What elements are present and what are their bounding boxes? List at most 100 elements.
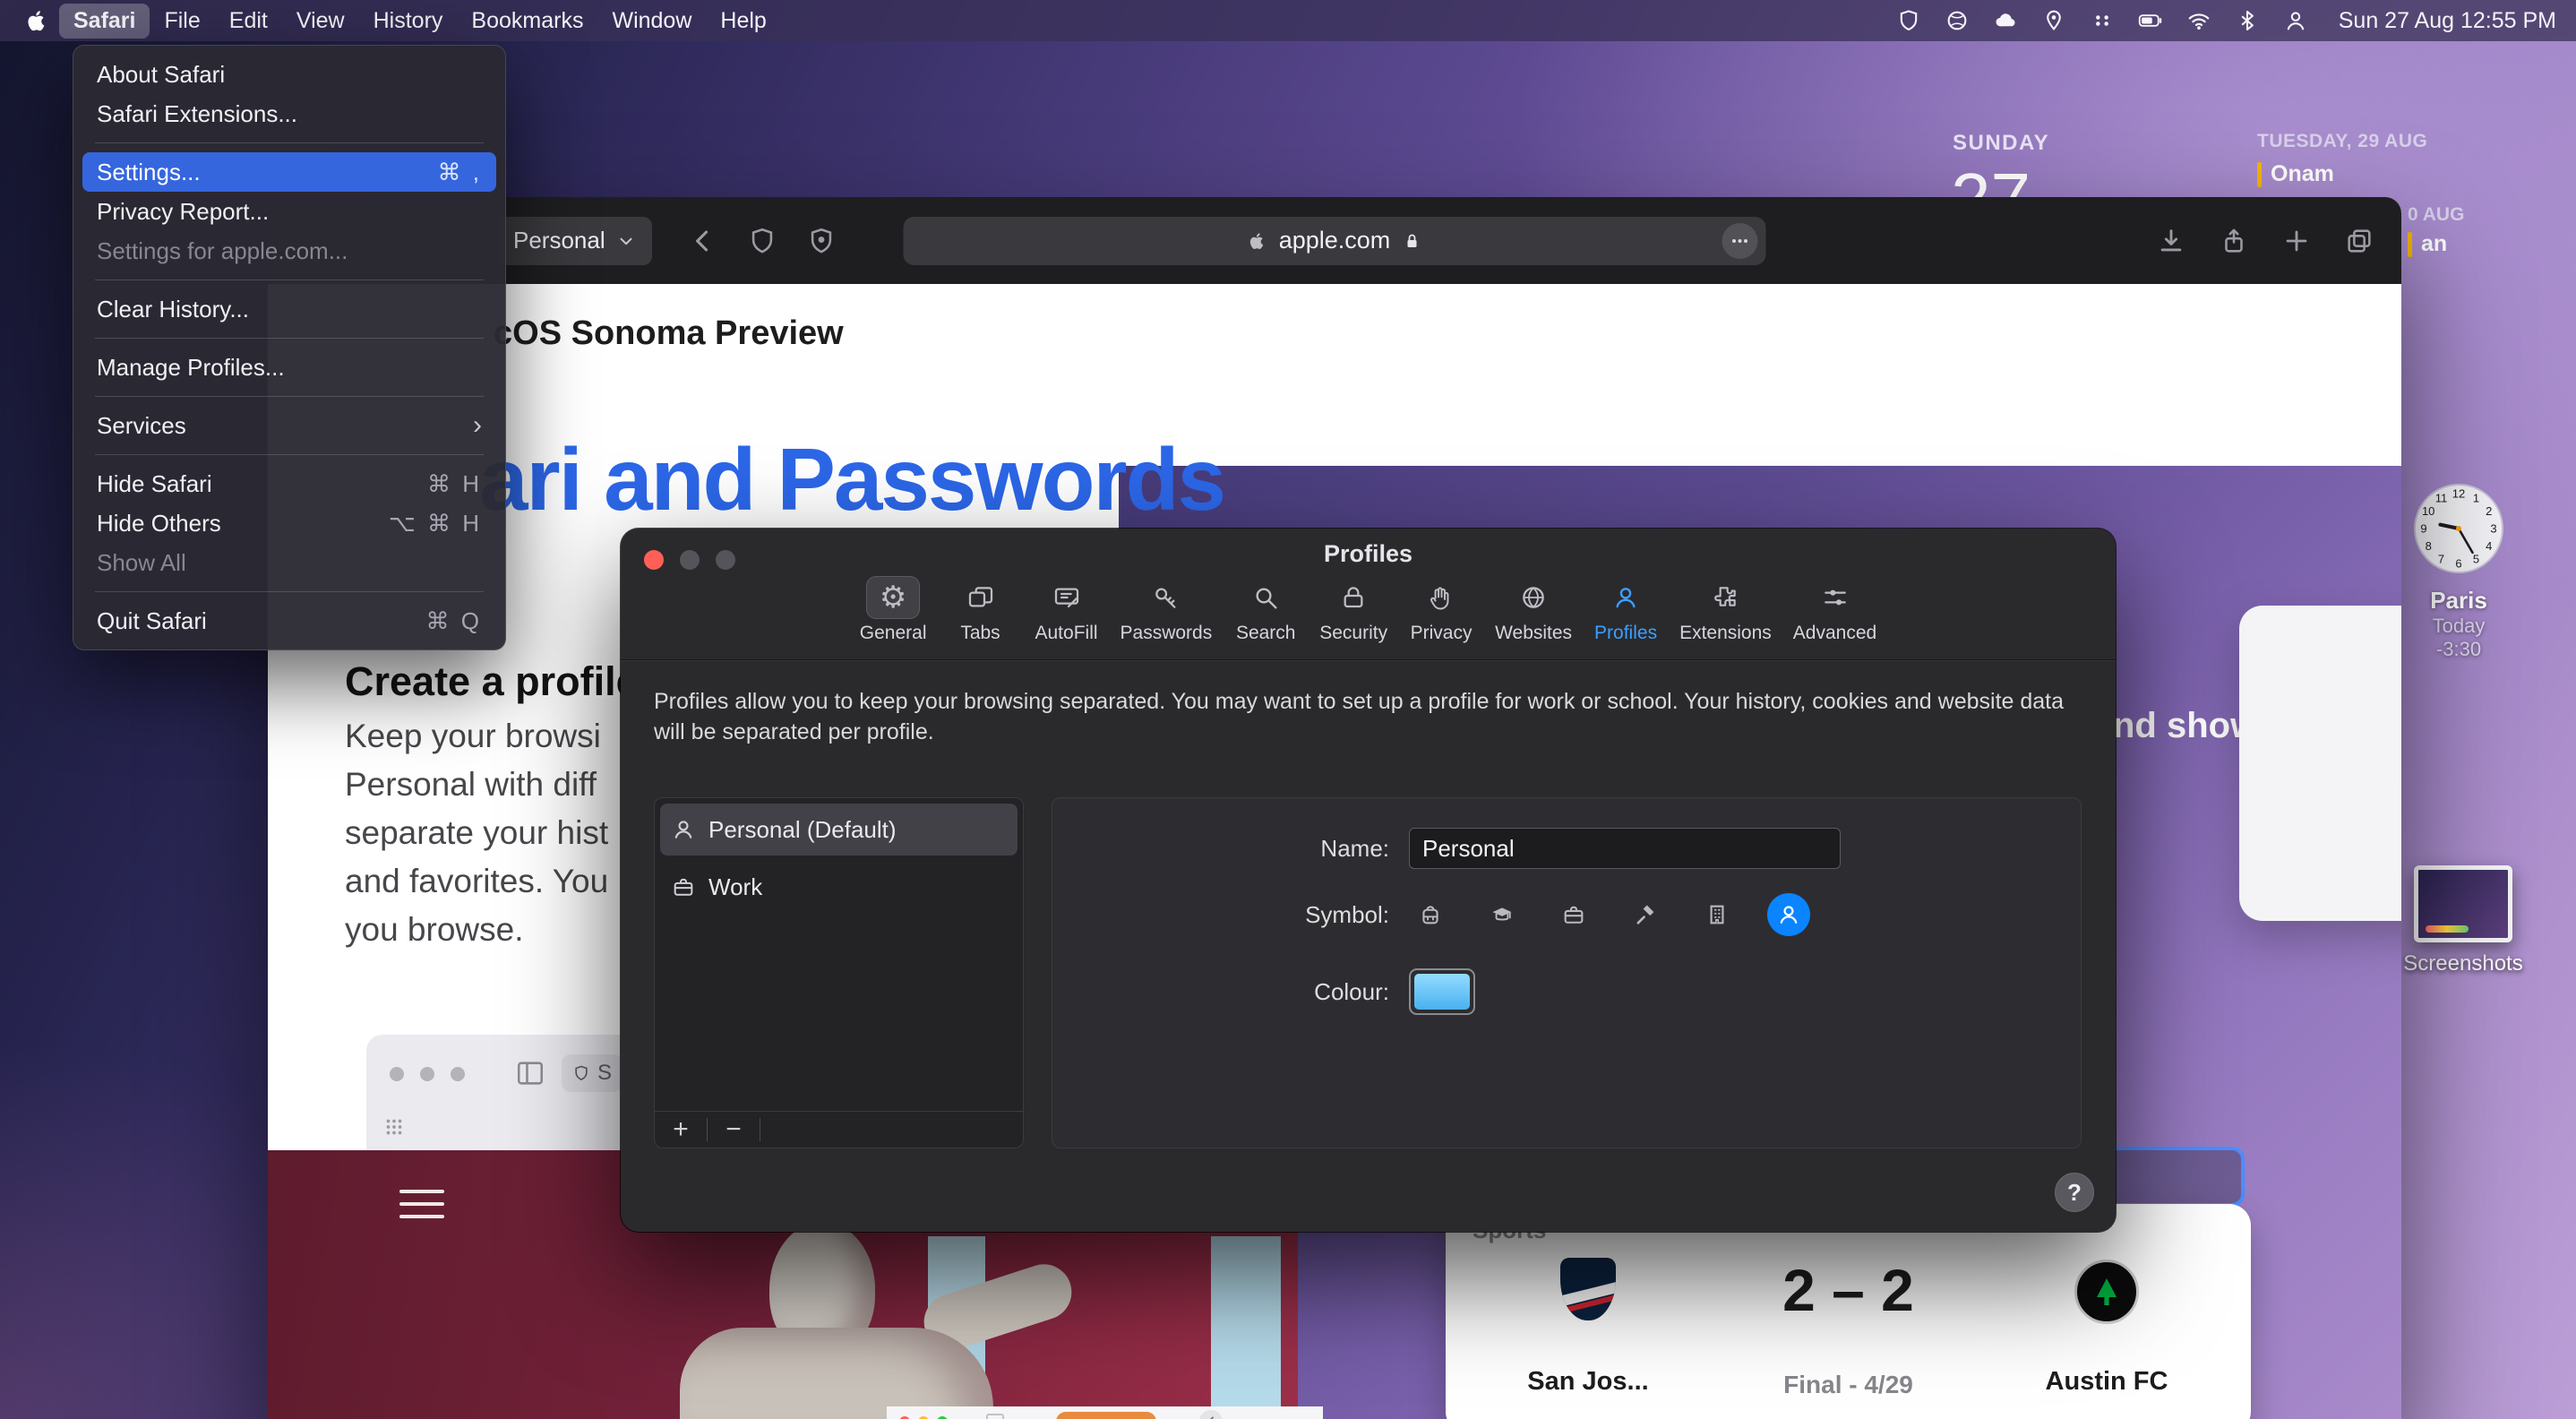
sliders-icon — [1821, 583, 1850, 612]
profile-row-personal[interactable]: Personal (Default) — [660, 804, 1018, 856]
chevron-down-icon — [616, 231, 636, 251]
tab-autofill[interactable]: AutoFill — [1035, 577, 1099, 644]
symbol-backpack-button[interactable] — [1409, 893, 1452, 936]
battery-icon[interactable] — [2138, 8, 2163, 33]
svg-text:7: 7 — [2438, 552, 2444, 565]
add-profile-button[interactable]: + — [655, 1112, 707, 1148]
tab-overview-button[interactable] — [2344, 226, 2374, 256]
event-color-bar — [2408, 232, 2412, 257]
world-clock-widget[interactable]: 121234567891011 Paris Today -3:30 — [2387, 483, 2530, 661]
symbol-hammer-button[interactable] — [1624, 893, 1667, 936]
menu-item-hide-safari[interactable]: Hide Safari⌘ H — [82, 464, 496, 503]
menu-file[interactable]: File — [150, 4, 214, 39]
event-color-bar — [2257, 162, 2262, 187]
austin-fc-logo — [2074, 1260, 2139, 1324]
menu-item-quit-safari[interactable]: Quit Safari⌘ Q — [82, 601, 496, 641]
tab-profiles[interactable]: Profiles — [1593, 577, 1658, 644]
tab-tabs[interactable]: Tabs — [949, 577, 1013, 644]
profile-row-work[interactable]: Work — [660, 861, 1018, 913]
menu-help[interactable]: Help — [706, 4, 780, 39]
ball-status-icon[interactable] — [1945, 8, 1970, 33]
svg-text:12: 12 — [2452, 487, 2465, 501]
shield-status-icon[interactable] — [1896, 8, 1921, 33]
tab-passwords[interactable]: Passwords — [1121, 577, 1213, 644]
cloud-icon[interactable] — [1993, 8, 2018, 33]
symbol-building-button[interactable] — [1696, 893, 1739, 936]
screenshots-label: Screenshots — [2393, 951, 2533, 976]
menu-bar-clock[interactable]: Sun 27 Aug 12:55 PM — [2339, 8, 2556, 34]
menu-item-safari-extensions[interactable]: Safari Extensions... — [82, 94, 496, 133]
graduation-cap-icon — [1490, 902, 1515, 927]
tab-privacy[interactable]: Privacy — [1409, 577, 1473, 644]
backpack-icon — [1418, 902, 1443, 927]
screenshots-desktop-icon[interactable]: Screenshots — [2393, 865, 2533, 976]
colour-well[interactable] — [1409, 968, 1475, 1015]
profile-name-field[interactable] — [1409, 828, 1841, 869]
tab-general[interactable]: ⚙ General — [860, 577, 927, 644]
calendar-event-date-2: 0 AUG — [2408, 204, 2464, 226]
menu-item-settings[interactable]: Settings...⌘ , — [82, 152, 496, 192]
profile-detail-panel: Name: Symbol: Colour: — [1052, 797, 2082, 1148]
gear-icon: ⚙ — [880, 580, 906, 615]
menu-item-privacy-report[interactable]: Privacy Report... — [82, 192, 496, 231]
calendar-event-date: TUESDAY, 29 AUG — [2257, 131, 2427, 152]
location-icon[interactable] — [2041, 8, 2066, 33]
menu-view[interactable]: View — [282, 4, 359, 39]
page-menu-button[interactable] — [1722, 223, 1758, 259]
menu-item-clear-history[interactable]: Clear History... — [82, 289, 496, 329]
menu-separator — [95, 142, 484, 143]
menu-item-hide-others[interactable]: Hide Others⌥ ⌘ H — [82, 503, 496, 543]
page-kicker: cOS Sonoma Preview — [494, 314, 844, 353]
apple-menu-icon[interactable] — [23, 6, 50, 35]
menu-item-settings-for-site: Settings for apple.com... — [82, 231, 496, 271]
team2-name: Austin FC — [2017, 1367, 2196, 1397]
user-status-icon[interactable] — [2283, 8, 2308, 33]
menu-separator — [95, 454, 484, 455]
sports-widget[interactable]: Sports San Jos... 2 – 2 Final - 4/29 Aus… — [1446, 1204, 2251, 1419]
menu-item-services[interactable]: Services› — [82, 406, 496, 445]
tab-advanced[interactable]: Advanced — [1793, 577, 1876, 644]
carousel-back-button[interactable] — [1199, 1410, 1223, 1419]
address-bar[interactable]: apple.com — [904, 217, 1766, 265]
bluetooth-icon[interactable] — [2235, 8, 2260, 33]
extension-shield-icon[interactable] — [806, 226, 837, 256]
menu-safari[interactable]: Safari — [59, 4, 150, 39]
back-button[interactable] — [688, 226, 718, 256]
person-icon — [1611, 583, 1640, 612]
remove-profile-button[interactable]: − — [708, 1112, 760, 1148]
page-widget-card — [2239, 606, 2401, 921]
menu-bookmarks[interactable]: Bookmarks — [457, 4, 597, 39]
tab-websites[interactable]: Websites — [1495, 577, 1572, 644]
menu-edit[interactable]: Edit — [215, 4, 282, 39]
share-button[interactable] — [2219, 226, 2249, 256]
profile-switcher-button[interactable]: Personal — [497, 217, 652, 265]
symbol-label: Symbol: — [1070, 901, 1389, 929]
menu-window[interactable]: Window — [597, 4, 706, 39]
menu-item-manage-profiles[interactable]: Manage Profiles... — [82, 348, 496, 387]
svg-text:9: 9 — [2420, 522, 2426, 536]
symbol-graduation-cap-button[interactable] — [1481, 893, 1524, 936]
menu-bar: Safari File Edit View History Bookmarks … — [0, 0, 2576, 41]
screenshot-thumbnail-icon — [2414, 865, 2512, 942]
toolbar-divider — [621, 659, 2116, 660]
dots-grid-icon[interactable] — [2090, 8, 2115, 33]
menu-separator — [95, 396, 484, 397]
tab-extensions[interactable]: Extensions — [1679, 577, 1772, 644]
svg-text:2: 2 — [2486, 504, 2492, 518]
hamburger-menu-icon[interactable] — [399, 1190, 444, 1227]
wifi-icon[interactable] — [2186, 8, 2211, 33]
menu-history[interactable]: History — [359, 4, 458, 39]
new-tab-button[interactable] — [2281, 226, 2312, 256]
page-body-text: Keep your browsi Personal with diff sepa… — [345, 712, 608, 954]
safari-settings-window: Profiles ⚙ General Tabs AutoFill Passwor… — [621, 529, 2116, 1232]
tab-security[interactable]: Security — [1319, 577, 1387, 644]
tab-search[interactable]: Search — [1233, 577, 1298, 644]
menu-item-about-safari[interactable]: About Safari — [82, 55, 496, 94]
downloads-button[interactable] — [2156, 226, 2186, 256]
mockup-orange-button — [1056, 1412, 1156, 1419]
symbol-person-button[interactable] — [1767, 893, 1810, 936]
profiles-list: Personal (Default) Work + − — [654, 797, 1024, 1148]
help-button[interactable]: ? — [2055, 1173, 2094, 1212]
symbol-briefcase-button[interactable] — [1552, 893, 1595, 936]
privacy-shield-icon[interactable] — [747, 226, 777, 256]
